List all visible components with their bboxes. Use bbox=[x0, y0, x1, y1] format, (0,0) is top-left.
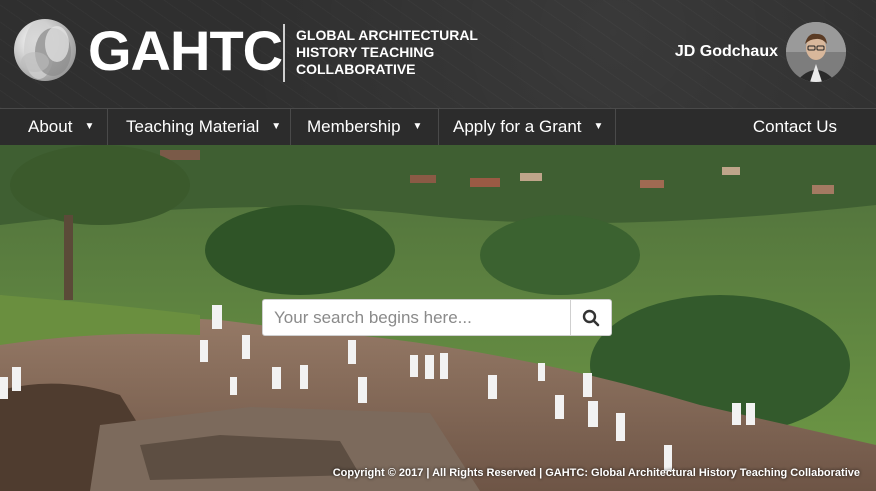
nav-divider bbox=[290, 109, 291, 145]
main-nav: About ▼ Teaching Material ▼ Membership ▼ Ap… bbox=[0, 108, 876, 146]
tagline-line-1: GLOBAL ARCHITECTURAL bbox=[296, 27, 478, 43]
nav-teaching-material-label: Teaching Material bbox=[126, 117, 260, 136]
nav-item-apply-grant[interactable]: Apply for a Grant ▼ bbox=[453, 109, 603, 145]
nav-divider bbox=[615, 109, 616, 145]
tagline-line-3: COLLABORATIVE bbox=[296, 61, 416, 77]
nav-item-about[interactable]: About ▼ bbox=[28, 109, 94, 145]
nav-contact-label: Contact Us bbox=[752, 117, 837, 136]
nav-item-membership[interactable]: Membership ▼ bbox=[307, 109, 422, 145]
copyright-text: Copyright © 2017 | All Rights Reserved |… bbox=[332, 467, 860, 479]
nav-item-contact[interactable]: Contact Us bbox=[753, 109, 837, 145]
avatar[interactable] bbox=[786, 22, 846, 82]
logo-tagline: GLOBAL ARCHITECTURAL HISTORY TEACHING CO… bbox=[296, 27, 478, 78]
site-header: GAHTC GLOBAL ARCHITECTURAL HISTORY TEACH… bbox=[0, 0, 876, 108]
user-photo-icon bbox=[786, 22, 846, 82]
gahtc-logo-icon[interactable] bbox=[13, 18, 77, 82]
logo-text[interactable]: GAHTC bbox=[88, 22, 283, 80]
nav-item-teaching-material[interactable]: Teaching Material ▼ bbox=[126, 109, 281, 145]
tagline-line-2: HISTORY TEACHING bbox=[296, 44, 435, 60]
nav-about-label: About bbox=[28, 117, 73, 136]
search-icon bbox=[582, 309, 600, 326]
search-bar bbox=[262, 299, 612, 336]
caret-down-icon: ▼ bbox=[271, 120, 282, 132]
caret-down-icon: ▼ bbox=[412, 120, 423, 132]
user-name[interactable]: JD Godchaux bbox=[675, 43, 778, 61]
logo-divider bbox=[283, 24, 285, 82]
caret-down-icon: ▼ bbox=[593, 120, 604, 132]
nav-divider bbox=[438, 109, 439, 145]
nav-divider bbox=[107, 109, 108, 145]
search-input[interactable] bbox=[263, 300, 571, 335]
nav-apply-grant-label: Apply for a Grant bbox=[453, 117, 582, 136]
search-button[interactable] bbox=[570, 300, 611, 335]
nav-membership-label: Membership bbox=[307, 117, 401, 136]
caret-down-icon: ▼ bbox=[84, 120, 95, 132]
